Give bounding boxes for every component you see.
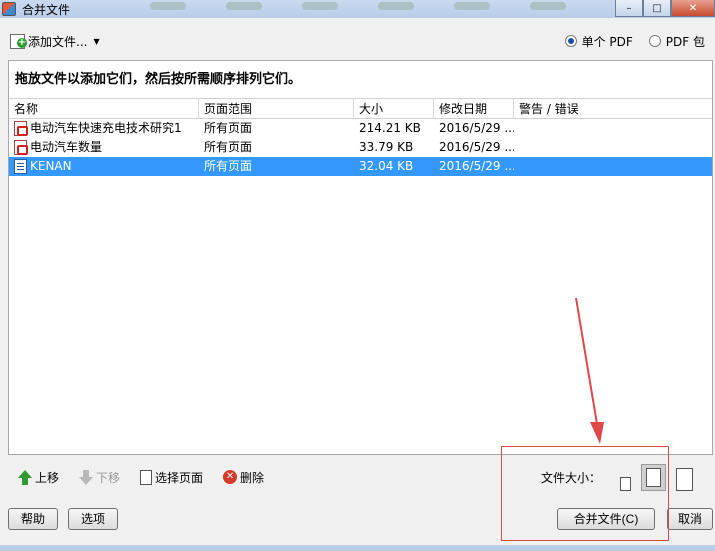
app-icon <box>2 2 16 16</box>
close-button[interactable]: ✕ <box>671 0 715 17</box>
pdf-icon <box>14 140 28 155</box>
page-icon <box>140 469 153 485</box>
arrow-up-icon <box>18 469 32 485</box>
minimize-button[interactable]: – <box>615 0 643 17</box>
window-title: 合并文件 <box>22 2 71 17</box>
warning-cell <box>514 119 712 138</box>
annotation-arrow-icon <box>575 297 604 444</box>
file-size: 33.79 KB <box>359 140 414 154</box>
instruction-text: 拖放文件以添加它们，然后按所需顺序排列它们。 <box>9 61 712 99</box>
arrow-down-icon <box>79 469 94 485</box>
radio-single-pdf-label: 单个 PDF <box>581 34 633 49</box>
select-pages-button[interactable]: 选择页面 <box>140 469 203 486</box>
pdf-icon <box>14 121 28 136</box>
radio-pdf-portfolio[interactable]: PDF 包 <box>648 33 705 50</box>
document-icon <box>14 159 27 174</box>
modified-date: 2016/5/29 ... <box>439 159 514 173</box>
output-type-group: 单个 PDF PDF 包 <box>564 33 705 50</box>
move-down-button[interactable]: 下移 <box>79 469 120 486</box>
radio-single-pdf[interactable]: 单个 PDF <box>564 33 633 50</box>
file-name: 电动汽车快速充电技术研究1 <box>30 121 182 135</box>
column-header-range[interactable]: 页面范围 <box>199 99 354 118</box>
page-range: 所有页面 <box>204 140 253 154</box>
radio-selected-icon <box>564 35 577 47</box>
table-row[interactable]: 电动汽车快速充电技术研究1 所有页面 214.21 KB 2016/5/29 .… <box>9 119 712 138</box>
help-button[interactable]: 帮助 <box>8 508 58 530</box>
column-header-warning[interactable]: 警告 / 错误 <box>514 99 712 118</box>
add-files-button[interactable]: 添加文件... ▼ <box>10 33 100 50</box>
page-range: 所有页面 <box>204 159 253 173</box>
file-size: 214.21 KB <box>359 121 421 135</box>
table-row[interactable]: 电动汽车数量 所有页面 33.79 KB 2016/5/29 ... <box>9 138 712 157</box>
file-size: 32.04 KB <box>359 159 414 173</box>
delete-button[interactable]: ✕ 删除 <box>223 469 264 486</box>
maximize-button[interactable]: □ <box>643 0 671 17</box>
add-files-label: 添加文件... <box>28 34 88 49</box>
chevron-down-icon: ▼ <box>93 36 100 46</box>
column-header-size[interactable]: 大小 <box>354 99 434 118</box>
top-toolbar: 添加文件... ▼ 单个 PDF PDF 包 <box>0 28 715 54</box>
table-header: 名称 页面范围 大小 修改日期 警告 / 错误 <box>9 99 712 119</box>
radio-unselected-icon <box>648 35 661 47</box>
title-bar: 合并文件 – □ ✕ <box>0 0 715 18</box>
delete-label: 删除 <box>240 470 265 485</box>
options-button[interactable]: 选项 <box>68 508 118 530</box>
window-bottom-edge <box>0 545 715 551</box>
move-up-label: 上移 <box>35 470 60 485</box>
size-large-icon[interactable] <box>676 467 693 491</box>
column-header-date[interactable]: 修改日期 <box>434 99 514 118</box>
add-file-icon <box>10 33 27 49</box>
table-row-selected[interactable]: KENAN 所有页面 32.04 KB 2016/5/29 ... <box>9 157 712 176</box>
column-header-name[interactable]: 名称 <box>9 99 199 118</box>
cancel-button[interactable]: 取消 <box>667 508 713 530</box>
select-pages-label: 选择页面 <box>155 470 204 485</box>
delete-icon: ✕ <box>223 470 238 484</box>
modified-date: 2016/5/29 ... <box>439 140 514 154</box>
page-range: 所有页面 <box>204 121 253 135</box>
modified-date: 2016/5/29 ... <box>439 121 514 135</box>
blurred-background-strip <box>150 0 570 12</box>
move-down-label: 下移 <box>96 470 121 485</box>
file-name: KENAN <box>30 159 72 173</box>
radio-pdf-portfolio-label: PDF 包 <box>665 34 705 49</box>
window-controls: – □ ✕ <box>615 0 715 18</box>
warning-cell <box>514 157 712 176</box>
move-up-button[interactable]: 上移 <box>18 469 59 486</box>
annotation-highlight-box <box>501 446 669 541</box>
file-name: 电动汽车数量 <box>30 140 103 154</box>
warning-cell <box>514 138 712 157</box>
